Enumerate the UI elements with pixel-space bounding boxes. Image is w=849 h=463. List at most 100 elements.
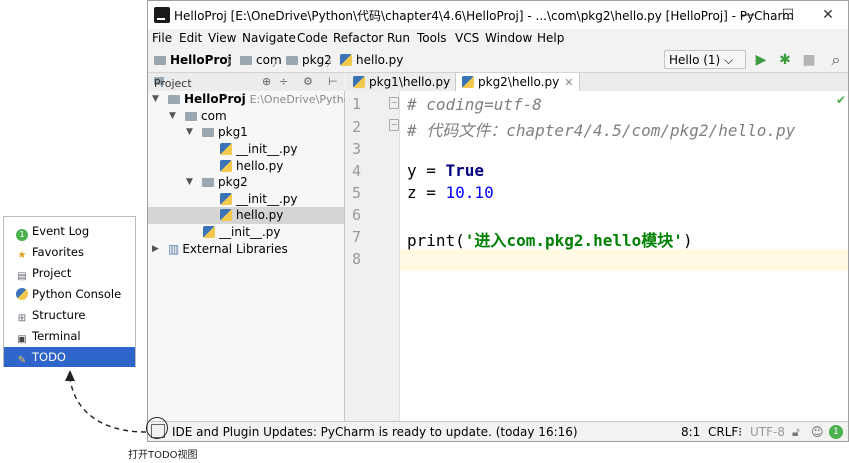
menu-view[interactable]: View	[208, 31, 236, 45]
tree-item-com[interactable]: ▼ com	[148, 108, 344, 125]
callout-arrow	[65, 370, 147, 433]
popup-item-project[interactable]: ▤ Project	[4, 263, 135, 283]
popup-item-todo[interactable]: ✎ TODO	[4, 347, 135, 367]
folder-icon	[202, 178, 214, 187]
locate-icon[interactable]: ⊕	[262, 75, 271, 88]
collapsed-arrow-icon: ▶	[152, 244, 159, 254]
tree-item-pkg2[interactable]: ▼ pkg2	[148, 174, 344, 191]
tree-item-pkg2-init[interactable]: __init__.py	[148, 191, 344, 208]
folder-icon	[286, 56, 298, 65]
file-encoding[interactable]: UTF-8	[750, 425, 785, 439]
todo-icon: ✎	[17, 355, 27, 366]
event-log-icon: 1	[16, 229, 28, 241]
maximize-button[interactable]: ☐	[776, 5, 800, 25]
terminal-icon: ▣	[17, 334, 27, 345]
close-button[interactable]: ✕	[816, 5, 840, 25]
stop-icon[interactable]: ■	[801, 52, 817, 68]
folder-icon	[168, 95, 180, 104]
python-file-icon	[220, 209, 232, 221]
arrow-head	[65, 370, 75, 381]
folder-icon	[154, 56, 166, 65]
python-console-icon	[16, 288, 28, 300]
structure-icon: ⊞	[17, 313, 27, 324]
caret-position[interactable]: 8:1	[681, 425, 700, 439]
code-line-7: print('进入com.pkg2.hello模块')	[407, 231, 693, 250]
line-number: 2	[351, 118, 361, 136]
inspector-icon[interactable]: ☺︎	[811, 425, 824, 439]
tree-item-com-init[interactable]: __init__.py	[148, 224, 344, 241]
popup-item-favorites[interactable]: ★ Favorites	[4, 242, 135, 262]
editor-tabs: pkg1\hello.py✕ pkg2\hello.py✕	[345, 73, 848, 92]
python-file-icon	[220, 160, 232, 172]
library-icon: ▥	[168, 242, 180, 256]
tab-pkg1-hello[interactable]: pkg1\hello.py✕	[347, 73, 470, 91]
window-title: HelloProj [E:\OneDrive\Python\代码\chapter…	[174, 9, 794, 23]
pycharm-logo-icon	[154, 7, 170, 23]
tree-item-external-libraries[interactable]: ▶ ▥ External Libraries	[148, 241, 344, 258]
line-number: 6	[351, 206, 361, 224]
line-number: 3	[351, 140, 361, 158]
gear-icon[interactable]: ⚙	[303, 75, 313, 88]
popup-item-python-console[interactable]: Python Console	[4, 284, 135, 304]
project-tree: ▼ HelloProj E:\OneDrive\Python\ ▼ com ▼ …	[148, 91, 361, 421]
breadcrumb-pkg2[interactable]: pkg2	[286, 53, 332, 67]
folder-icon	[185, 112, 197, 121]
line-number: 1	[351, 95, 361, 113]
project-panel-header: Project ▾ ⊕ ÷ ⚙ ⊢	[148, 73, 344, 92]
tree-item-pkg1-init[interactable]: __init__.py	[148, 141, 344, 158]
expanded-arrow-icon: ▼	[186, 127, 193, 137]
code-line-4: y = True	[407, 161, 485, 180]
popup-item-structure[interactable]: ⊞ Structure	[4, 305, 135, 325]
collapse-icon[interactable]: ÷	[279, 75, 288, 88]
code-lines: # coding=utf-8 # 代码文件：chapter4/4.5/com/p…	[400, 91, 848, 421]
popup-item-event-log[interactable]: 1 Event Log	[4, 221, 135, 241]
expanded-arrow-icon: ▼	[152, 94, 159, 104]
menu-vcs[interactable]: VCS	[455, 31, 479, 45]
project-icon: ▤	[17, 271, 27, 282]
project-view-select[interactable]: Project ▾	[154, 75, 192, 90]
menu-refactor[interactable]: Refactor	[333, 31, 383, 45]
breadcrumb-project[interactable]: HelloProj	[154, 53, 232, 67]
status-bar: IDE and Plugin Updates: PyCharm is ready…	[148, 421, 848, 441]
python-file-icon	[203, 226, 215, 238]
callout-circle	[146, 417, 168, 439]
minimize-button[interactable]: —	[736, 5, 760, 25]
line-number: 8	[351, 250, 361, 268]
python-file-icon	[220, 143, 232, 155]
tab-pkg2-hello[interactable]: pkg2\hello.py ✕	[455, 73, 581, 91]
fold-icon[interactable]: −	[389, 119, 399, 131]
status-message[interactable]: IDE and Plugin Updates: PyCharm is ready…	[172, 425, 578, 439]
search-icon[interactable]: ⌕	[828, 52, 844, 68]
menu-code[interactable]: Code	[297, 31, 328, 45]
menu-tools[interactable]: Tools	[417, 31, 447, 45]
menu-window[interactable]: Window	[485, 31, 532, 45]
line-number: 5	[351, 184, 361, 202]
tool-windows-popup: 1 Event Log ★ Favorites ▤ Project Python Co…	[3, 216, 136, 367]
lock-icon[interactable]: 🔓︎	[792, 425, 800, 440]
menu-edit[interactable]: Edit	[179, 31, 202, 45]
code-line-1: # coding=utf-8	[407, 95, 542, 114]
tree-item-pkg2-hello[interactable]: hello.py	[148, 207, 344, 224]
folder-icon	[202, 128, 214, 137]
dashed-arrow-line	[69, 377, 147, 433]
hide-panel-icon[interactable]: ⊢	[328, 75, 338, 88]
menu-file[interactable]: File	[152, 31, 172, 45]
menu-run[interactable]: Run	[387, 31, 410, 45]
python-file-icon	[340, 54, 352, 66]
close-tab-icon[interactable]: ✕	[564, 76, 573, 89]
run-configuration-select[interactable]: Hello (1) ⌵	[664, 50, 746, 69]
event-count-badge[interactable]: 1	[829, 425, 843, 439]
run-icon[interactable]: ▶	[753, 52, 769, 68]
pycharm-window: HelloProj [E:\OneDrive\Python\代码\chapter…	[147, 0, 849, 442]
breadcrumb-file[interactable]: hello.py	[340, 53, 403, 67]
tree-item-helloproj[interactable]: ▼ HelloProj E:\OneDrive\Python\	[148, 91, 361, 108]
python-file-icon	[353, 76, 365, 88]
tree-item-pkg1-hello[interactable]: hello.py	[148, 158, 344, 175]
tree-item-pkg1[interactable]: ▼ pkg1	[148, 124, 344, 141]
popup-item-terminal[interactable]: ▣ Terminal	[4, 326, 135, 346]
line-separator[interactable]: CRLF⁝	[708, 425, 742, 439]
debug-icon[interactable]: ✱	[777, 52, 793, 68]
fold-icon[interactable]: −	[389, 97, 399, 109]
menu-navigate[interactable]: Navigate	[242, 31, 296, 45]
menu-help[interactable]: Help	[537, 31, 564, 45]
